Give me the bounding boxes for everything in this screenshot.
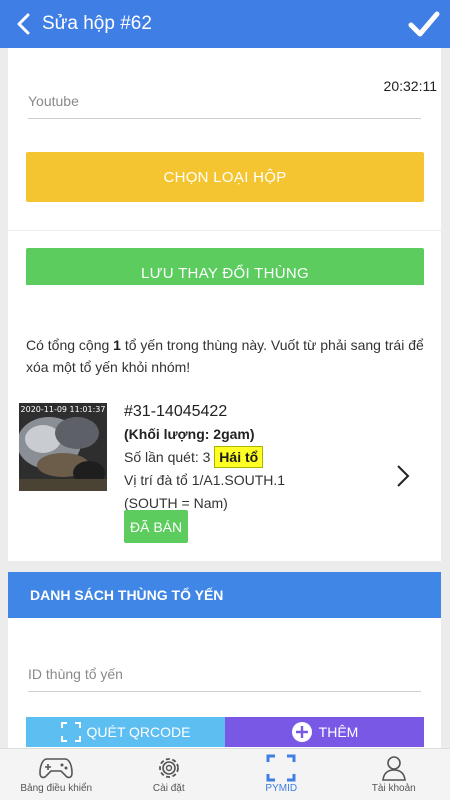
- scan-count: Số lần quét: 3: [124, 449, 211, 465]
- scan-qrcode-label: QUÉT QRCODE: [86, 724, 191, 740]
- nav-label-settings: Cài đặt: [152, 783, 185, 794]
- nav-label-account: Tài khoản: [371, 783, 416, 794]
- box-id-input[interactable]: [28, 666, 421, 682]
- info-prefix: Có tổng cộng: [26, 337, 114, 353]
- nest-weight: (Khối lượng: 2gam): [124, 426, 255, 442]
- nav-item-dashboard[interactable]: Bảng điều khiển: [0, 749, 113, 800]
- spacer-card: [8, 285, 441, 320]
- choose-box-type-button[interactable]: CHỌN LOẠI HỘP: [26, 152, 424, 202]
- nav-label-pymid: PYMID: [265, 783, 298, 794]
- nest-details: #31-14045422 (Khối lượng: 2gam) Số lần q…: [124, 400, 285, 515]
- scan-icon: [60, 722, 81, 742]
- box-form-card: 20:32:11 CHỌN LOẠI HỘP LƯU THAY ĐỔI THÙN…: [8, 48, 441, 298]
- add-box-label: THÊM: [318, 724, 359, 740]
- box-action-buttons: QUÉT QRCODE THÊM: [26, 717, 424, 747]
- nest-code: #31-14045422: [124, 403, 228, 420]
- scan-frame-icon: [266, 754, 296, 782]
- nest-photo: [19, 403, 107, 491]
- item-detail-button[interactable]: [396, 464, 410, 493]
- nest-thumbnail[interactable]: 2020-11-09 11:01:37: [19, 403, 107, 491]
- gear-icon: [158, 758, 179, 778]
- nest-count-info: Có tổng cộng 1 tổ yến trong thùng này. V…: [26, 334, 426, 378]
- nav-item-pymid[interactable]: PYMID: [225, 749, 338, 800]
- check-icon: [408, 11, 440, 37]
- nav-item-account[interactable]: Tài khoản: [338, 749, 450, 800]
- photo-timestamp: 2020-11-09 11:01:37: [20, 405, 106, 414]
- harvest-badge: Hái tổ: [214, 446, 264, 468]
- clock-time: 20:32:11: [383, 78, 437, 94]
- back-arrow-icon: [17, 13, 30, 35]
- page-title: Sửa hộp #62: [42, 13, 152, 34]
- gamepad-icon: [39, 758, 74, 779]
- nest-list-card: Có tổng cộng 1 tổ yến trong thùng này. V…: [8, 320, 441, 561]
- add-box-button[interactable]: THÊM: [225, 717, 424, 747]
- box-list-title: DANH SÁCH THÙNG TỔ YẾN: [8, 572, 441, 618]
- chevron-right-icon: [397, 465, 410, 487]
- back-button[interactable]: [6, 0, 42, 48]
- user-icon: [381, 756, 406, 781]
- sold-status-badge: ĐÃ BÁN: [124, 510, 189, 543]
- bottom-navigation: Bảng điều khiển Cài đặt PYMID Tài khoản: [0, 748, 450, 800]
- app-bar: Sửa hộp #62: [0, 0, 450, 48]
- box-name-field[interactable]: [28, 93, 421, 119]
- box-name-input[interactable]: [28, 93, 421, 109]
- divider: [8, 230, 441, 231]
- scan-row: Số lần quét: 3 Hái tổ: [124, 446, 285, 469]
- plus-circle-icon: [291, 722, 312, 742]
- nav-label-dashboard: Bảng điều khiển: [20, 783, 93, 794]
- box-id-field[interactable]: [28, 666, 421, 692]
- confirm-button[interactable]: [406, 6, 442, 42]
- nest-location: Vị trí đà tổ 1/A1.SOUTH.1: [124, 472, 286, 488]
- scan-qrcode-button[interactable]: QUÉT QRCODE: [26, 717, 225, 747]
- nest-count: 1: [113, 337, 121, 353]
- nav-item-settings[interactable]: Cài đặt: [113, 749, 226, 800]
